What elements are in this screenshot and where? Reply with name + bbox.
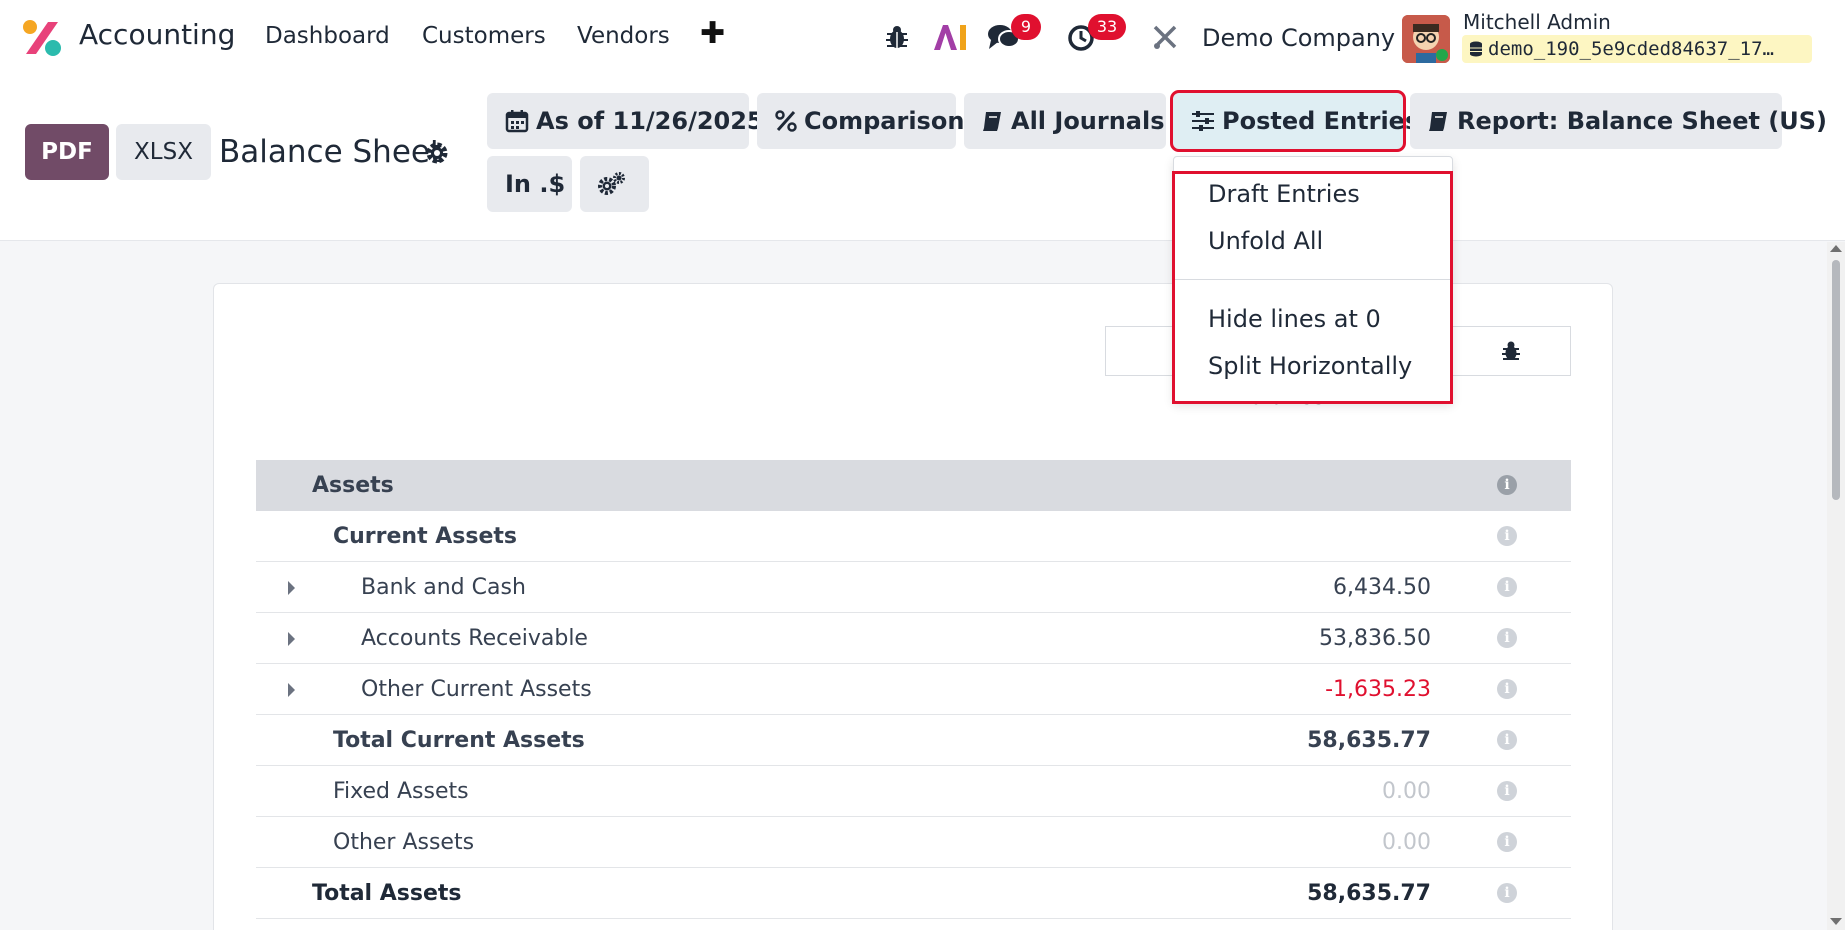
row-value: 58,635.77 bbox=[1307, 728, 1431, 753]
report-variant-label: Report: Balance Sheet (US) bbox=[1457, 107, 1828, 135]
report-row-total-current-assets: Total Current Assets 58,635.77 i bbox=[256, 715, 1571, 766]
plus-icon[interactable]: ✚ bbox=[700, 16, 725, 51]
info-icon[interactable]: i bbox=[1497, 832, 1517, 852]
info-icon[interactable]: i bbox=[1497, 526, 1517, 546]
dropdown-item-draft-entries[interactable]: Draft Entries bbox=[1208, 180, 1360, 208]
user-name[interactable]: Mitchell Admin bbox=[1463, 10, 1611, 34]
report-row-other-assets[interactable]: Other Assets 0.00 i bbox=[256, 817, 1571, 868]
report-row-total-assets: Total Assets 58,635.77 i bbox=[256, 868, 1571, 919]
report-variant-button[interactable]: Report: Balance Sheet (US) bbox=[1410, 93, 1827, 149]
row-label: Other Current Assets bbox=[361, 677, 592, 702]
menu-dashboard[interactable]: Dashboard bbox=[265, 23, 390, 49]
row-label: Accounts Receivable bbox=[361, 626, 588, 651]
currency-button[interactable]: In .$ bbox=[487, 156, 572, 212]
dropdown-item-split-horizontally[interactable]: Split Horizontally bbox=[1208, 352, 1412, 380]
expand-caret-icon[interactable] bbox=[288, 581, 295, 595]
journals-button[interactable]: All Journals bbox=[964, 93, 1166, 149]
menu-vendors[interactable]: Vendors bbox=[577, 23, 670, 49]
xlsx-button[interactable]: XLSX bbox=[116, 124, 211, 180]
bug-icon[interactable] bbox=[1499, 339, 1523, 363]
report-row-fixed-assets[interactable]: Fixed Assets 0.00 i bbox=[256, 766, 1571, 817]
row-label: Total Assets bbox=[312, 881, 462, 906]
row-label: Total Current Assets bbox=[333, 728, 585, 753]
comparison-label: Comparison bbox=[804, 107, 965, 135]
info-icon[interactable]: i bbox=[1497, 577, 1517, 597]
page-title: Balance Sheet bbox=[219, 134, 443, 170]
row-value: 0.00 bbox=[1382, 779, 1431, 804]
row-label: Assets bbox=[312, 473, 394, 498]
row-label: Other Assets bbox=[333, 830, 475, 855]
book-icon bbox=[1429, 112, 1447, 131]
scroll-down-icon[interactable] bbox=[1830, 918, 1842, 925]
cogs-icon bbox=[598, 172, 625, 195]
book-icon bbox=[983, 112, 1001, 131]
date-filter-button[interactable]: As of 11/26/2025 bbox=[487, 93, 764, 149]
row-value: 58,635.77 bbox=[1307, 881, 1431, 906]
info-icon[interactable]: i bbox=[1497, 679, 1517, 699]
bug-icon[interactable] bbox=[882, 22, 912, 52]
report-row-current-assets[interactable]: Current Assets i bbox=[256, 511, 1571, 562]
company-switcher[interactable]: Demo Company bbox=[1202, 24, 1395, 52]
report-row-assets[interactable]: Assets i bbox=[256, 460, 1571, 511]
ai-icon[interactable] bbox=[932, 22, 968, 52]
expand-caret-icon[interactable] bbox=[288, 683, 295, 697]
user-avatar[interactable] bbox=[1402, 15, 1450, 63]
info-icon[interactable]: i bbox=[1497, 475, 1517, 495]
posted-entries-button[interactable]: Posted Entries bbox=[1170, 90, 1419, 152]
calendar-icon bbox=[505, 110, 529, 133]
gear-icon[interactable] bbox=[424, 140, 450, 166]
sliders-icon bbox=[1192, 111, 1214, 131]
dropdown-divider bbox=[1174, 279, 1452, 280]
options-button[interactable] bbox=[580, 156, 649, 212]
posted-entries-label: Posted Entries bbox=[1222, 107, 1420, 135]
row-value[interactable]: -1,635.23 bbox=[1325, 677, 1431, 702]
info-icon[interactable]: i bbox=[1497, 628, 1517, 648]
database-icon bbox=[1470, 41, 1482, 57]
report-row-bank-and-cash[interactable]: Bank and Cash 6,434.50 i bbox=[256, 562, 1571, 613]
row-value[interactable]: 6,434.50 bbox=[1333, 575, 1431, 600]
date-filter-label: As of 11/26/2025 bbox=[536, 107, 764, 135]
journals-label: All Journals bbox=[1011, 107, 1165, 135]
expand-caret-icon[interactable] bbox=[288, 632, 295, 646]
info-icon[interactable]: i bbox=[1497, 883, 1517, 903]
database-chip: demo_190_5e9cded84637_17… bbox=[1462, 35, 1812, 63]
activities-badge: 33 bbox=[1088, 14, 1126, 40]
report-row-other-current-assets[interactable]: Other Current Assets -1,635.23 i bbox=[256, 664, 1571, 715]
row-label: Bank and Cash bbox=[361, 575, 526, 600]
messages-badge: 9 bbox=[1011, 14, 1041, 40]
app-name[interactable]: Accounting bbox=[79, 18, 235, 51]
row-value[interactable]: 53,836.50 bbox=[1319, 626, 1431, 651]
info-icon[interactable]: i bbox=[1497, 730, 1517, 750]
report-row-accounts-receivable[interactable]: Accounts Receivable 53,836.50 i bbox=[256, 613, 1571, 664]
menu-customers[interactable]: Customers bbox=[422, 23, 546, 49]
top-navbar: Accounting Dashboard Customers Vendors ✚… bbox=[0, 0, 1845, 76]
pdf-button[interactable]: PDF bbox=[25, 124, 109, 180]
dropdown-item-hide-lines-at-zero[interactable]: Hide lines at 0 bbox=[1208, 305, 1381, 333]
scrollbar-thumb[interactable] bbox=[1832, 260, 1840, 500]
row-value: 0.00 bbox=[1382, 830, 1431, 855]
dropdown-item-unfold-all[interactable]: Unfold All bbox=[1208, 227, 1323, 255]
info-icon[interactable]: i bbox=[1497, 781, 1517, 801]
settings-tools-icon[interactable] bbox=[1150, 22, 1180, 52]
row-label: Fixed Assets bbox=[333, 779, 469, 804]
accounting-logo-icon[interactable] bbox=[22, 18, 62, 58]
scroll-up-icon[interactable] bbox=[1830, 245, 1842, 252]
comparison-button[interactable]: Comparison bbox=[757, 93, 964, 149]
row-label: Current Assets bbox=[333, 524, 518, 549]
currency-label: In .$ bbox=[505, 170, 566, 198]
database-name: demo_190_5e9cded84637_17… bbox=[1488, 38, 1774, 60]
percent-icon bbox=[775, 110, 797, 132]
